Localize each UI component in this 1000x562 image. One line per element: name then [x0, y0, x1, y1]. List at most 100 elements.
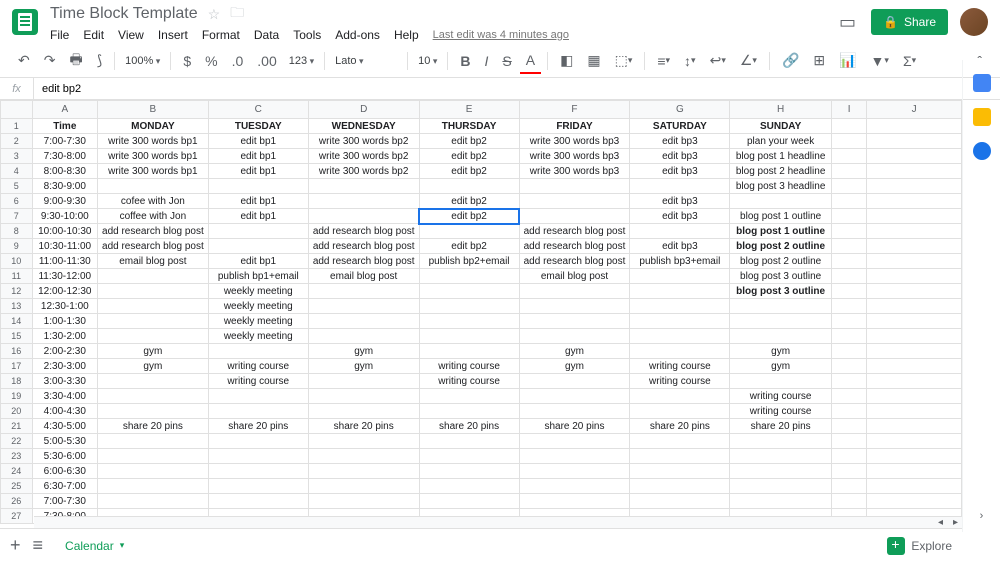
cell[interactable]: writing course — [730, 404, 831, 419]
cell[interactable]: edit bp1 — [208, 134, 308, 149]
borders-button[interactable]: ▦ — [581, 48, 606, 73]
cell[interactable]: 1:00-1:30 — [32, 314, 97, 329]
cell[interactable] — [630, 344, 730, 359]
cell[interactable]: 8:30-9:00 — [32, 179, 97, 194]
cell[interactable] — [630, 494, 730, 509]
cell[interactable] — [308, 434, 419, 449]
rotate-button[interactable]: ∠ — [734, 48, 763, 73]
cell[interactable]: writing course — [208, 359, 308, 374]
cell[interactable] — [730, 464, 831, 479]
account-avatar[interactable] — [960, 8, 988, 36]
cell[interactable]: blog post 3 headline — [730, 179, 831, 194]
all-sheets-button[interactable]: ≡ — [33, 535, 44, 556]
cell[interactable] — [308, 179, 419, 194]
cell[interactable]: write 300 words bp1 — [98, 134, 209, 149]
menu-view[interactable]: View — [118, 28, 144, 42]
cell[interactable] — [208, 404, 308, 419]
cell[interactable]: 3:00-3:30 — [32, 374, 97, 389]
font-size-select[interactable]: 10 — [414, 53, 441, 69]
cell[interactable] — [419, 479, 519, 494]
text-color-button[interactable]: A — [520, 48, 541, 74]
row-header-3[interactable]: 3 — [1, 149, 33, 164]
cell[interactable] — [208, 464, 308, 479]
cell[interactable] — [730, 449, 831, 464]
cell[interactable]: 4:00-4:30 — [32, 404, 97, 419]
cell[interactable] — [208, 239, 308, 254]
cell[interactable] — [419, 179, 519, 194]
cell[interactable]: edit bp3 — [630, 209, 730, 224]
row-header-15[interactable]: 15 — [1, 329, 33, 344]
cell[interactable]: add research blog post — [519, 254, 630, 269]
cell[interactable]: blog post 2 headline — [730, 164, 831, 179]
cell[interactable] — [730, 194, 831, 209]
cell[interactable]: weekly meeting — [208, 314, 308, 329]
row-header-22[interactable]: 22 — [1, 434, 33, 449]
spreadsheet-grid[interactable]: ABCDEFGHIJ1TimeMONDAYTUESDAYWEDNESDAYTHU… — [0, 100, 962, 528]
cell[interactable] — [98, 434, 209, 449]
cell[interactable] — [419, 344, 519, 359]
cell[interactable] — [519, 179, 630, 194]
cell[interactable]: TUESDAY — [208, 119, 308, 134]
cell[interactable]: write 300 words bp2 — [308, 149, 419, 164]
fill-color-button[interactable]: ◧ — [554, 48, 579, 73]
cell[interactable]: gym — [308, 359, 419, 374]
cell[interactable]: 10:00-10:30 — [32, 224, 97, 239]
row-header-20[interactable]: 20 — [1, 404, 33, 419]
cell[interactable]: edit bp2 — [419, 164, 519, 179]
cell[interactable] — [419, 299, 519, 314]
cell[interactable] — [208, 479, 308, 494]
cell[interactable] — [98, 389, 209, 404]
cell[interactable] — [308, 284, 419, 299]
row-header-21[interactable]: 21 — [1, 419, 33, 434]
cell[interactable] — [519, 389, 630, 404]
row-header-24[interactable]: 24 — [1, 464, 33, 479]
cell[interactable]: weekly meeting — [208, 299, 308, 314]
share-button[interactable]: 🔒 Share — [871, 9, 948, 35]
cell[interactable] — [98, 329, 209, 344]
cell[interactable]: weekly meeting — [208, 284, 308, 299]
cell[interactable]: blog post 1 outline — [730, 209, 831, 224]
cell[interactable]: weekly meeting — [208, 329, 308, 344]
cell[interactable]: gym — [98, 359, 209, 374]
cell[interactable] — [630, 329, 730, 344]
row-header-13[interactable]: 13 — [1, 299, 33, 314]
cell[interactable]: edit bp2 — [419, 134, 519, 149]
cell[interactable] — [208, 449, 308, 464]
cell[interactable]: add research blog post — [519, 239, 630, 254]
cell[interactable]: publish bp2+email — [419, 254, 519, 269]
cell[interactable]: FRIDAY — [519, 119, 630, 134]
row-header-6[interactable]: 6 — [1, 194, 33, 209]
scroll-right-icon[interactable]: ▸ — [949, 517, 962, 528]
cell[interactable]: writing course — [630, 374, 730, 389]
cell[interactable]: edit bp2 — [419, 239, 519, 254]
decrease-decimal-button[interactable]: .0 — [226, 49, 250, 73]
cell[interactable]: edit bp3 — [630, 164, 730, 179]
cell[interactable]: gym — [730, 359, 831, 374]
cell[interactable]: email blog post — [98, 254, 209, 269]
cell[interactable]: coffee with Jon — [98, 209, 209, 224]
undo-button[interactable]: ↶ — [12, 48, 36, 73]
cell[interactable]: edit bp1 — [208, 149, 308, 164]
cell[interactable]: Time — [32, 119, 97, 134]
cell[interactable] — [308, 209, 419, 224]
cell[interactable] — [98, 299, 209, 314]
add-sheet-button[interactable]: + — [10, 535, 21, 556]
cell[interactable]: 11:30-12:00 — [32, 269, 97, 284]
cell[interactable]: 6:00-6:30 — [32, 464, 97, 479]
comment-button[interactable]: ⊞ — [807, 48, 831, 73]
cell[interactable]: edit bp3 — [630, 194, 730, 209]
print-button[interactable]: 🖶 — [63, 45, 88, 77]
cell[interactable]: write 300 words bp2 — [308, 134, 419, 149]
menu-file[interactable]: File — [50, 28, 69, 42]
cell[interactable]: 7:00-7:30 — [32, 494, 97, 509]
cell[interactable]: writing course — [208, 374, 308, 389]
menu-add-ons[interactable]: Add-ons — [335, 28, 380, 42]
cell[interactable]: 5:30-6:00 — [32, 449, 97, 464]
explore-button[interactable]: Explore — [887, 537, 952, 555]
wrap-button[interactable]: ↩ — [704, 48, 732, 73]
cell[interactable] — [630, 404, 730, 419]
cell[interactable]: edit bp1 — [208, 164, 308, 179]
halign-button[interactable]: ≡ — [651, 49, 676, 73]
menu-help[interactable]: Help — [394, 28, 419, 42]
chart-button[interactable]: 📊 — [833, 48, 862, 73]
